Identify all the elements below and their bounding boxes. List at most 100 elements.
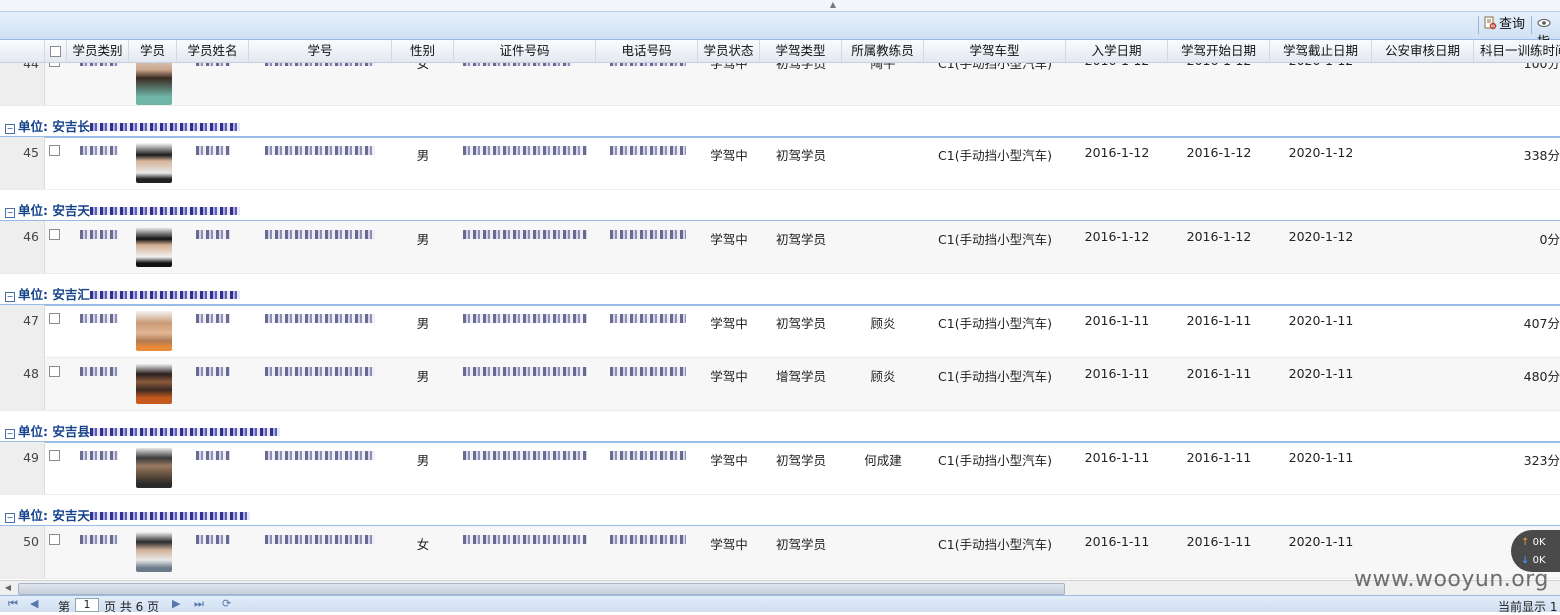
row-checkbox[interactable] [49,63,60,67]
collapse-icon[interactable]: − [5,208,15,218]
header-select-all[interactable] [45,40,67,62]
subject1-hours: 407分 [1523,316,1560,331]
end-date: 2020-1-12 [1288,229,1354,244]
collapse-icon[interactable]: − [5,292,15,302]
row-checkbox[interactable] [49,534,60,545]
row-checkbox[interactable] [49,229,60,240]
learner-type: 初驾学员 [775,63,826,71]
first-page-icon[interactable]: ⏮ [8,597,18,611]
group-label: 单位: 安吉天 [18,203,90,218]
learner-type: 初驾学员 [775,148,826,163]
subject1-hours: 100分 [1523,63,1560,71]
group-header[interactable]: − 单位: 安吉汇 [0,274,1560,306]
prev-page-icon[interactable]: ◀ [30,597,38,610]
header-col[interactable]: 学员状态 [698,40,760,62]
network-speed-widget[interactable]: ↑ 0K ↓ 0K [1511,530,1560,572]
redacted-id [265,146,375,155]
redacted-id [265,451,375,460]
table-row[interactable]: 45 男 学驾中 初驾学员 C1(手动挡小型汽车) 2016-1-12 2016… [0,137,1560,190]
redacted-name [196,146,230,155]
last-page-icon[interactable]: ⏭ [194,597,204,611]
header-col[interactable]: 电话号码 [596,40,698,62]
group-header[interactable]: − 单位: 安吉长 [0,106,1560,138]
gender: 男 [416,148,430,163]
header-col[interactable]: 学员姓名 [177,40,249,62]
end-date: 2020-1-11 [1288,313,1354,328]
page-prefix: 第 [58,600,71,614]
header-col[interactable]: 性别 [392,40,454,62]
view-button[interactable]: 指 [1537,16,1560,50]
group-header[interactable]: − 单位: 安吉天 [0,495,1560,527]
redacted-name [196,367,230,376]
header-rownum [0,40,45,62]
redacted-phone [610,314,686,323]
top-splitter[interactable]: ▲ [0,0,1560,12]
row-checkbox[interactable] [49,145,60,156]
learner-type: 初驾学员 [775,537,826,552]
enroll-date: 2016-1-11 [1084,534,1150,549]
end-date: 2020-1-12 [1288,145,1354,160]
subject1-hours: 338分 [1523,148,1560,163]
start-date: 2016-1-11 [1186,450,1252,465]
group-label: 单位: 安吉汇 [18,287,90,302]
redacted-category [80,451,118,460]
coach: 陶平 [870,63,896,71]
page-number-input[interactable]: 1 [75,598,99,612]
gender: 女 [416,537,430,552]
coach: 顾炎 [870,316,896,331]
header-col[interactable]: 所属教练员 [842,40,924,62]
table-row[interactable]: 47 男 学驾中 初驾学员 顾炎 C1(手动挡小型汽车) 2016-1-11 2… [0,305,1560,358]
table-row[interactable]: 49 男 学驾中 初驾学员 何成建 C1(手动挡小型汽车) 2016-1-11 … [0,442,1560,495]
redacted-name [196,314,230,323]
query-label: 查询 [1499,17,1526,32]
select-all-checkbox[interactable] [50,46,61,57]
collapse-icon[interactable]: − [5,124,15,134]
pagination-bar: ⏮ ◀ 第 1 页 共 6 页 ▶ ⏭ ⟳ 当前显示 1 [0,595,1560,614]
header-col[interactable]: 证件号码 [454,40,596,62]
table-row[interactable]: 46 男 学驾中 初驾学员 C1(手动挡小型汽车) 2016-1-12 2016… [0,221,1560,274]
status: 学驾中 [710,316,748,331]
table-row[interactable]: 48 男 学驾中 增驾学员 顾炎 C1(手动挡小型汽车) 2016-1-11 2… [0,358,1560,411]
scrollbar-thumb[interactable] [18,583,1065,595]
collapse-grip-icon[interactable]: ▲ [818,1,848,9]
row-checkbox[interactable] [49,313,60,324]
query-button[interactable]: 查询 [1483,16,1525,34]
header-col[interactable]: 学驾类型 [760,40,842,62]
header-col[interactable]: 科目一训练时间 [1474,40,1560,62]
horizontal-scrollbar[interactable]: ◀ [0,580,1560,595]
redacted-idcard [463,230,587,239]
header-col[interactable]: 学员类别 [67,40,129,62]
end-date: 2020-1-11 [1288,534,1354,549]
car-type: C1(手动挡小型汽车) [938,537,1052,552]
group-header[interactable]: − 单位: 安吉县 [0,411,1560,443]
table-row[interactable]: 44 女 学驾中 初驾学员 陶平 C1(手动挡小型汽车) 2016-1-12 2… [0,63,1560,106]
start-date: 2016-1-12 [1186,229,1252,244]
collapse-icon[interactable]: − [5,429,15,439]
eye-icon [1537,16,1551,30]
status: 学驾中 [710,453,748,468]
header-col[interactable]: 学号 [249,40,392,62]
next-page-icon[interactable]: ▶ [172,597,180,610]
row-checkbox[interactable] [49,366,60,377]
subject1-hours: 480分 [1523,369,1560,384]
scroll-left-icon[interactable]: ◀ [2,582,14,594]
header-col[interactable]: 公安审核日期 [1372,40,1474,62]
redacted-id [265,63,375,66]
header-col[interactable]: 学驾车型 [924,40,1066,62]
group-header[interactable]: − 单位: 安吉天 [0,190,1560,222]
gender: 女 [416,63,430,71]
redacted-id [265,314,375,323]
refresh-icon[interactable]: ⟳ [222,597,231,610]
gender: 男 [416,232,430,247]
header-col[interactable]: 学驾截止日期 [1270,40,1372,62]
table-row[interactable]: 50 女 学驾中 初驾学员 C1(手动挡小型汽车) 2016-1-11 2016… [0,526,1560,579]
header-col[interactable]: 学驾开始日期 [1168,40,1270,62]
redacted-unit [89,123,240,131]
row-checkbox[interactable] [49,450,60,461]
gender: 男 [416,316,430,331]
end-date: 2020-1-11 [1288,366,1354,381]
header-col[interactable]: 入学日期 [1066,40,1168,62]
status: 学驾中 [710,369,748,384]
header-col[interactable]: 学员 [129,40,177,62]
collapse-icon[interactable]: − [5,513,15,523]
